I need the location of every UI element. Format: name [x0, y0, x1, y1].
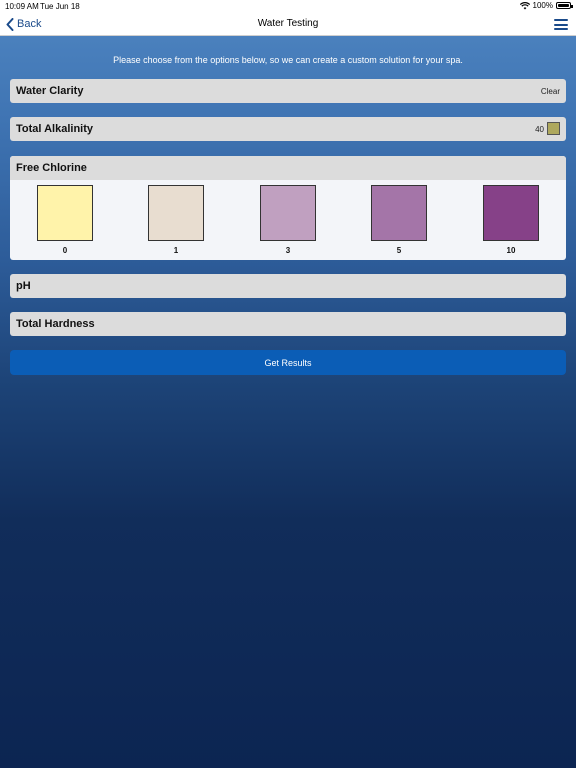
status-indicators: 100%	[519, 1, 573, 10]
chlorine-option-label: 1	[173, 246, 179, 255]
total-hardness-label: Total Hardness	[16, 318, 95, 330]
chlorine-option-1[interactable]: 1	[148, 185, 204, 255]
chlorine-swatch	[483, 185, 539, 241]
chlorine-option-0[interactable]: 0	[37, 185, 93, 255]
wifi-icon	[519, 1, 530, 9]
instructions-text: Please choose from the options below, so…	[113, 55, 463, 65]
chlorine-option-5[interactable]: 5	[371, 185, 427, 255]
get-results-button[interactable]: Get Results	[10, 350, 566, 375]
total-alkalinity-value: 40	[535, 125, 544, 134]
chlorine-swatch	[260, 185, 316, 241]
chlorine-swatch	[148, 185, 204, 241]
water-clarity-row[interactable]: Water Clarity Clear	[10, 79, 566, 103]
chlorine-option-3[interactable]: 3	[260, 185, 316, 255]
chlorine-option-label: 5	[396, 246, 402, 255]
chlorine-option-10[interactable]: 10	[483, 185, 539, 255]
battery-percent: 100%	[532, 1, 553, 10]
chlorine-option-label: 0	[62, 246, 68, 255]
free-chlorine-label: Free Chlorine	[16, 162, 87, 174]
total-alkalinity-row[interactable]: Total Alkalinity 40	[10, 117, 566, 141]
water-clarity-value: Clear	[540, 87, 560, 96]
ph-row[interactable]: pH	[10, 274, 566, 298]
total-hardness-row[interactable]: Total Hardness	[10, 312, 566, 336]
chlorine-swatch	[371, 185, 427, 241]
ph-label: pH	[16, 280, 31, 292]
chlorine-swatch	[37, 185, 93, 241]
status-time: 10:09 AM	[5, 2, 39, 11]
water-clarity-label: Water Clarity	[16, 85, 84, 97]
chlorine-option-label: 3	[285, 246, 291, 255]
chlorine-option-label: 10	[506, 246, 516, 255]
status-bar: 10:09 AM Tue Jun 18 100%	[0, 0, 576, 12]
page-title: Water Testing	[257, 18, 319, 29]
free-chlorine-panel: Free Chlorine 0 1 3 5 10	[10, 156, 566, 260]
battery-icon	[556, 2, 573, 9]
status-date: Tue Jun 18	[40, 2, 80, 11]
free-chlorine-header[interactable]: Free Chlorine	[10, 156, 566, 180]
nav-bar: Back Water Testing	[0, 12, 576, 36]
total-alkalinity-label: Total Alkalinity	[16, 123, 94, 135]
total-alkalinity-swatch	[547, 122, 560, 135]
hamburger-menu-icon[interactable]	[554, 19, 568, 30]
